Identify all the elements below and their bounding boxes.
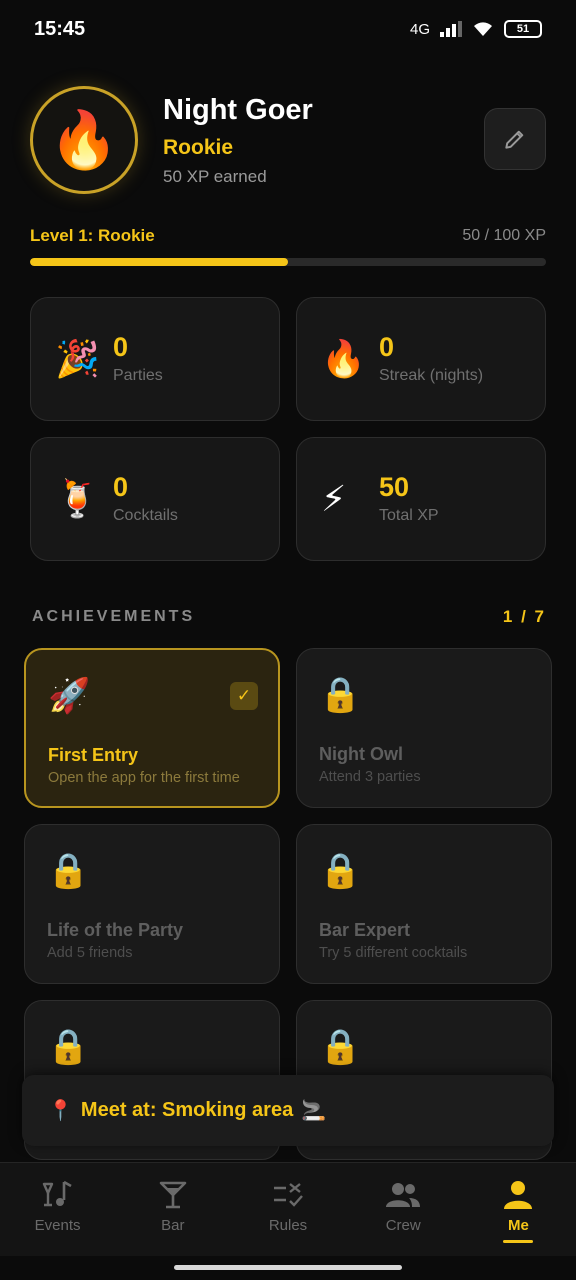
level-progress-fill (30, 258, 288, 266)
lock-icon: 🔒 (319, 1028, 362, 1066)
stat-card-total-xp: ⚡ 50 Total XP (296, 437, 546, 561)
lock-icon: 🔒 (47, 1028, 90, 1066)
pencil-icon (505, 130, 524, 149)
achievements-count: 1 / 7 (502, 607, 546, 626)
achievement-card-night-owl[interactable]: 🔒 Night Owl Attend 3 parties (296, 648, 552, 808)
achievement-desc: Add 5 friends (47, 945, 133, 961)
signal-icon (440, 21, 462, 37)
profile-header: 🔥 Night Goer Rookie 50 XP earned (30, 86, 546, 196)
check-icon: ✓ (230, 682, 258, 710)
achievement-name: Night Owl (319, 744, 403, 764)
person-icon (500, 1179, 536, 1211)
stat-value: 0 (113, 332, 129, 363)
stat-value: 0 (113, 472, 129, 503)
achievement-card-first-entry[interactable]: 🚀 ✓ First Entry Open the app for the fir… (24, 648, 280, 808)
stat-label: Total XP (379, 506, 439, 524)
stats-grid: 🎉 0 Parties 🔥 0 Streak (nights) 🍹 0 Cock… (30, 297, 546, 561)
achievement-name: Bar Expert (319, 920, 411, 940)
nav-item-events[interactable]: Events (0, 1163, 115, 1256)
status-icons: 4G 51 (410, 20, 542, 38)
stat-card-cocktails: 🍹 0 Cocktails (30, 437, 280, 561)
lock-icon: 🔒 (319, 676, 362, 714)
rules-list-icon (270, 1179, 306, 1211)
meet-location-toast[interactable]: 📍 Meet at: Smoking area 🚬 (22, 1075, 554, 1146)
achievements-title: ACHIEVEMENTS (32, 608, 196, 625)
cocktail-glass-icon (155, 1179, 191, 1211)
nav-item-me[interactable]: Me (461, 1163, 576, 1256)
lock-icon: 🔒 (319, 852, 362, 890)
nav-label: Me (507, 1217, 529, 1234)
level-progress-bar (30, 258, 546, 266)
stat-label: Parties (113, 366, 163, 384)
achievement-desc: Attend 3 parties (319, 769, 421, 785)
stat-label: Streak (nights) (379, 366, 484, 384)
edit-profile-button[interactable] (484, 108, 546, 170)
wifi-icon (474, 22, 492, 36)
cocktail-icon: 🍹 (55, 478, 100, 519)
active-tab-indicator (503, 1240, 534, 1243)
nav-item-bar[interactable]: Bar (115, 1163, 230, 1256)
nav-item-crew[interactable]: Crew (346, 1163, 461, 1256)
battery-icon: 51 (504, 20, 542, 38)
status-bar: 15:45 4G 51 (0, 0, 576, 58)
fire-icon: 🔥 (321, 338, 366, 379)
party-popper-icon: 🎉 (55, 338, 100, 379)
nav-label: Events (34, 1217, 81, 1234)
level-row: Level 1: Rookie 50 / 100 XP (30, 226, 546, 246)
achievement-name: Life of the Party (47, 920, 184, 940)
pin-icon: 📍 (48, 1100, 73, 1122)
stat-card-streak: 🔥 0 Streak (nights) (296, 297, 546, 421)
toast-text: Meet at: Smoking area (80, 1099, 294, 1121)
lightning-icon: ⚡ (321, 478, 347, 519)
nav-item-rules[interactable]: Rules (230, 1163, 345, 1256)
achievement-desc: Try 5 different cocktails (319, 945, 468, 961)
stat-value: 50 (379, 472, 410, 503)
profile-xp: 50 XP earned (163, 167, 267, 186)
nav-label: Bar (161, 1217, 185, 1234)
cigarette-icon: 🚬 (301, 1100, 327, 1122)
level-label: Level 1: Rookie (30, 226, 155, 245)
stat-value: 0 (379, 332, 395, 363)
stat-label: Cocktails (113, 506, 178, 524)
nav-label: Crew (385, 1217, 421, 1234)
status-time: 15:45 (34, 17, 86, 40)
rocket-icon: 🚀 (48, 677, 91, 715)
lock-icon: 🔒 (47, 852, 90, 890)
music-notes-icon (40, 1179, 76, 1211)
achievement-card-life-of-the-party[interactable]: 🔒 Life of the Party Add 5 friends (24, 824, 280, 984)
profile-name: Night Goer (163, 94, 313, 126)
achievements-header: ACHIEVEMENTS 1 / 7 (32, 607, 546, 627)
profile-rank: Rookie (163, 136, 234, 159)
network-label: 4G (409, 20, 430, 38)
home-indicator[interactable] (174, 1265, 402, 1270)
level-xp-count: 50 / 100 XP (462, 227, 546, 244)
nav-label: Rules (268, 1217, 308, 1234)
achievement-card-bar-expert[interactable]: 🔒 Bar Expert Try 5 different cocktails (296, 824, 552, 984)
stat-card-parties: 🎉 0 Parties (30, 297, 280, 421)
avatar: 🔥 (30, 86, 138, 194)
group-icon (385, 1179, 421, 1211)
bottom-nav: Events Bar Rules Crew Me (0, 1162, 576, 1256)
achievement-desc: Open the app for the first time (48, 770, 240, 786)
achievement-name: First Entry (48, 745, 139, 765)
